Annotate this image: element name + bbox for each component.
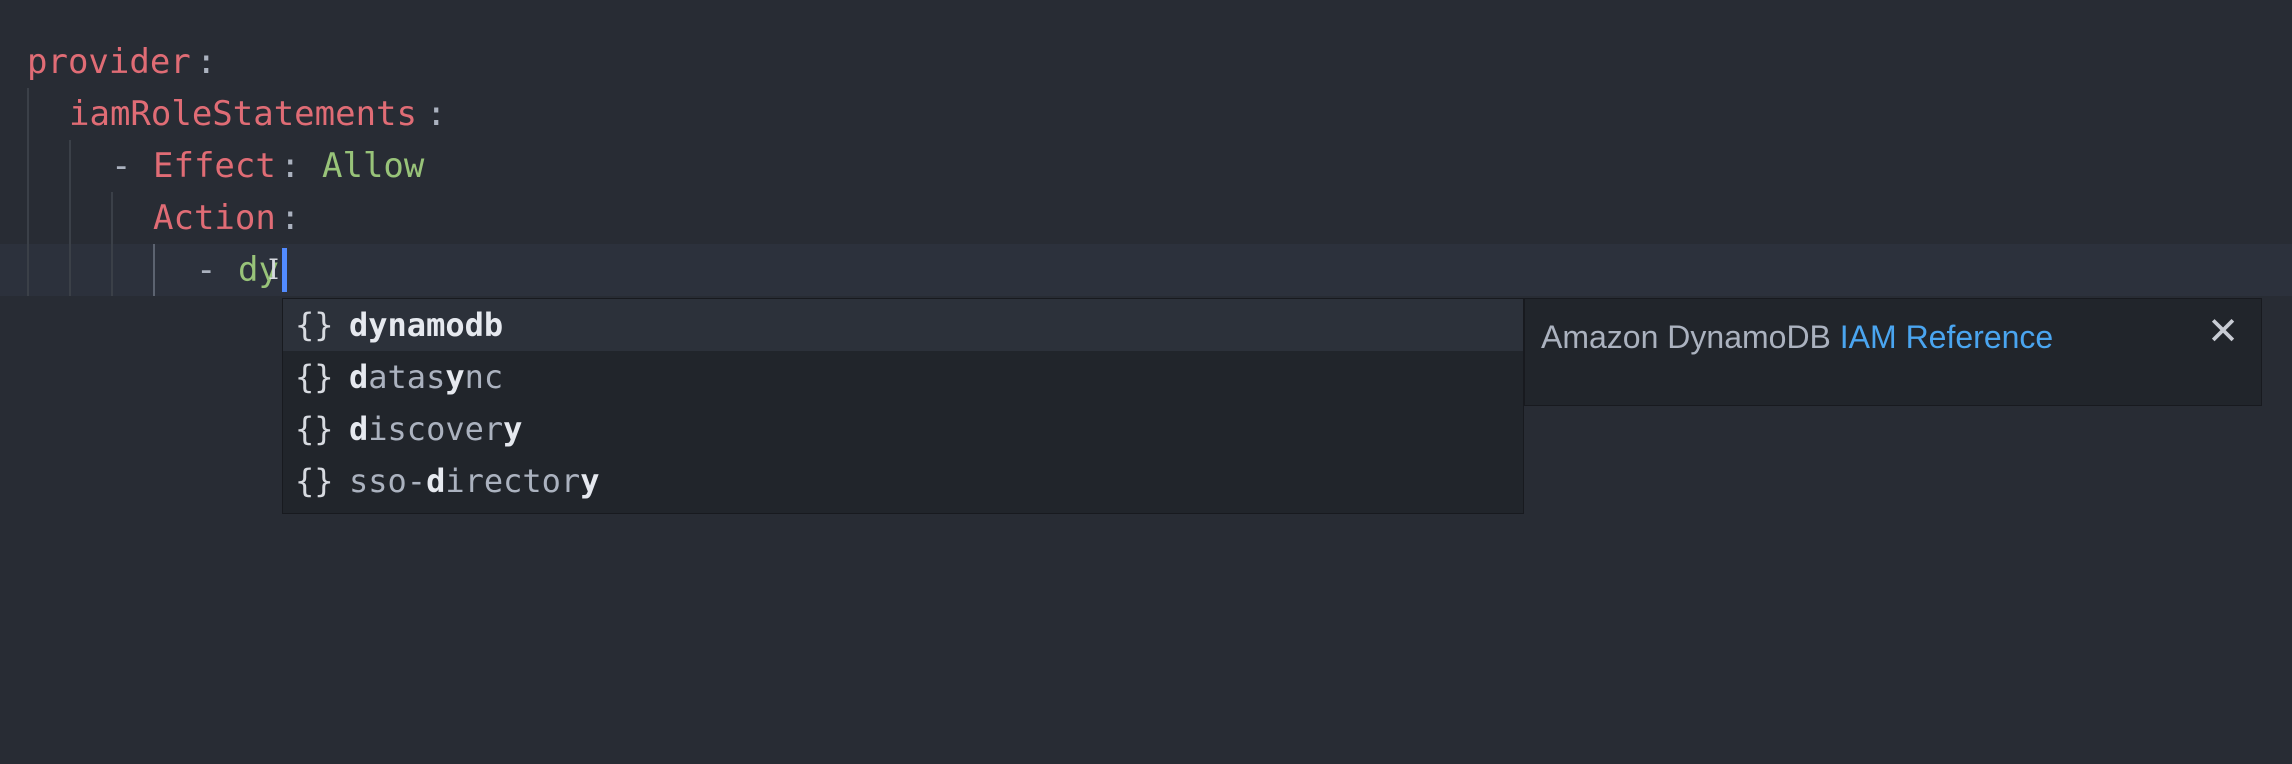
yaml-key: Action xyxy=(153,198,276,238)
module-braces-icon: {} xyxy=(295,462,334,500)
label-match: dynamodb xyxy=(349,306,504,344)
yaml-colon: : xyxy=(426,94,447,134)
label-text: sso- xyxy=(349,462,427,500)
suggestion-details-panel: Amazon DynamoDB IAM Reference ✕ xyxy=(1524,298,2262,406)
close-icon[interactable]: ✕ xyxy=(2207,313,2239,351)
indent-guide xyxy=(27,88,29,140)
yaml-dash: - xyxy=(111,146,132,186)
label-text: nc xyxy=(464,358,504,396)
label-match: y xyxy=(445,358,465,396)
indent-guide xyxy=(27,192,29,244)
suggestion-label: sso-directory xyxy=(349,455,599,507)
indent-guide xyxy=(111,192,113,244)
suggestion-item[interactable]: {} sso-directory xyxy=(283,455,1523,507)
module-braces-icon: {} xyxy=(295,410,334,448)
label-text: iscover xyxy=(368,410,504,448)
text-cursor xyxy=(282,248,287,292)
suggestion-label: dynamodb xyxy=(349,299,503,351)
label-match: d xyxy=(349,410,369,448)
yaml-key: Effect xyxy=(153,146,276,186)
code-line-3[interactable]: - Effect : Allow xyxy=(0,140,2292,192)
indent-guide xyxy=(27,140,29,192)
yaml-key: iamRoleStatements xyxy=(69,94,417,134)
code-line-4[interactable]: Action : xyxy=(0,192,2292,244)
yaml-colon: : xyxy=(196,42,217,82)
details-description: Amazon DynamoDB IAM Reference xyxy=(1541,319,2053,356)
autocomplete-suggestions[interactable]: {} dynamodb {} datasync {} discovery {} … xyxy=(282,298,1524,514)
module-braces-icon: {} xyxy=(295,306,334,344)
suggestion-label: datasync xyxy=(349,351,503,403)
indent-guide xyxy=(69,244,71,296)
suggestion-item[interactable]: {} discovery xyxy=(283,403,1523,455)
indent-guide xyxy=(69,140,71,192)
yaml-dash: - xyxy=(196,250,217,290)
suggestion-item[interactable]: {} dynamodb xyxy=(283,299,1523,351)
code-line-5-current[interactable]: - dy I xyxy=(0,244,2292,296)
label-text: atas xyxy=(368,358,446,396)
label-match: d xyxy=(426,462,446,500)
ibeam-pointer-icon: I xyxy=(268,253,280,286)
iam-reference-link[interactable]: IAM Reference xyxy=(1840,319,2053,355)
label-match: d xyxy=(349,358,369,396)
suggestion-item[interactable]: {} datasync xyxy=(283,351,1523,403)
suggestion-label: discovery xyxy=(349,403,522,455)
label-text: irector xyxy=(445,462,581,500)
details-text: Amazon DynamoDB xyxy=(1541,319,1840,355)
yaml-colon: : xyxy=(280,146,301,186)
label-match: y xyxy=(503,410,523,448)
code-line-2[interactable]: iamRoleStatements : xyxy=(0,88,2292,140)
indent-guide xyxy=(111,244,113,296)
yaml-colon: : xyxy=(280,198,301,238)
yaml-value: Allow xyxy=(322,146,425,186)
module-braces-icon: {} xyxy=(295,358,334,396)
indent-guide-active xyxy=(153,244,155,296)
indent-guide xyxy=(27,244,29,296)
indent-guide xyxy=(69,192,71,244)
label-match: y xyxy=(580,462,600,500)
yaml-key: provider xyxy=(27,42,191,82)
code-line-1[interactable]: provider : xyxy=(0,36,2292,88)
